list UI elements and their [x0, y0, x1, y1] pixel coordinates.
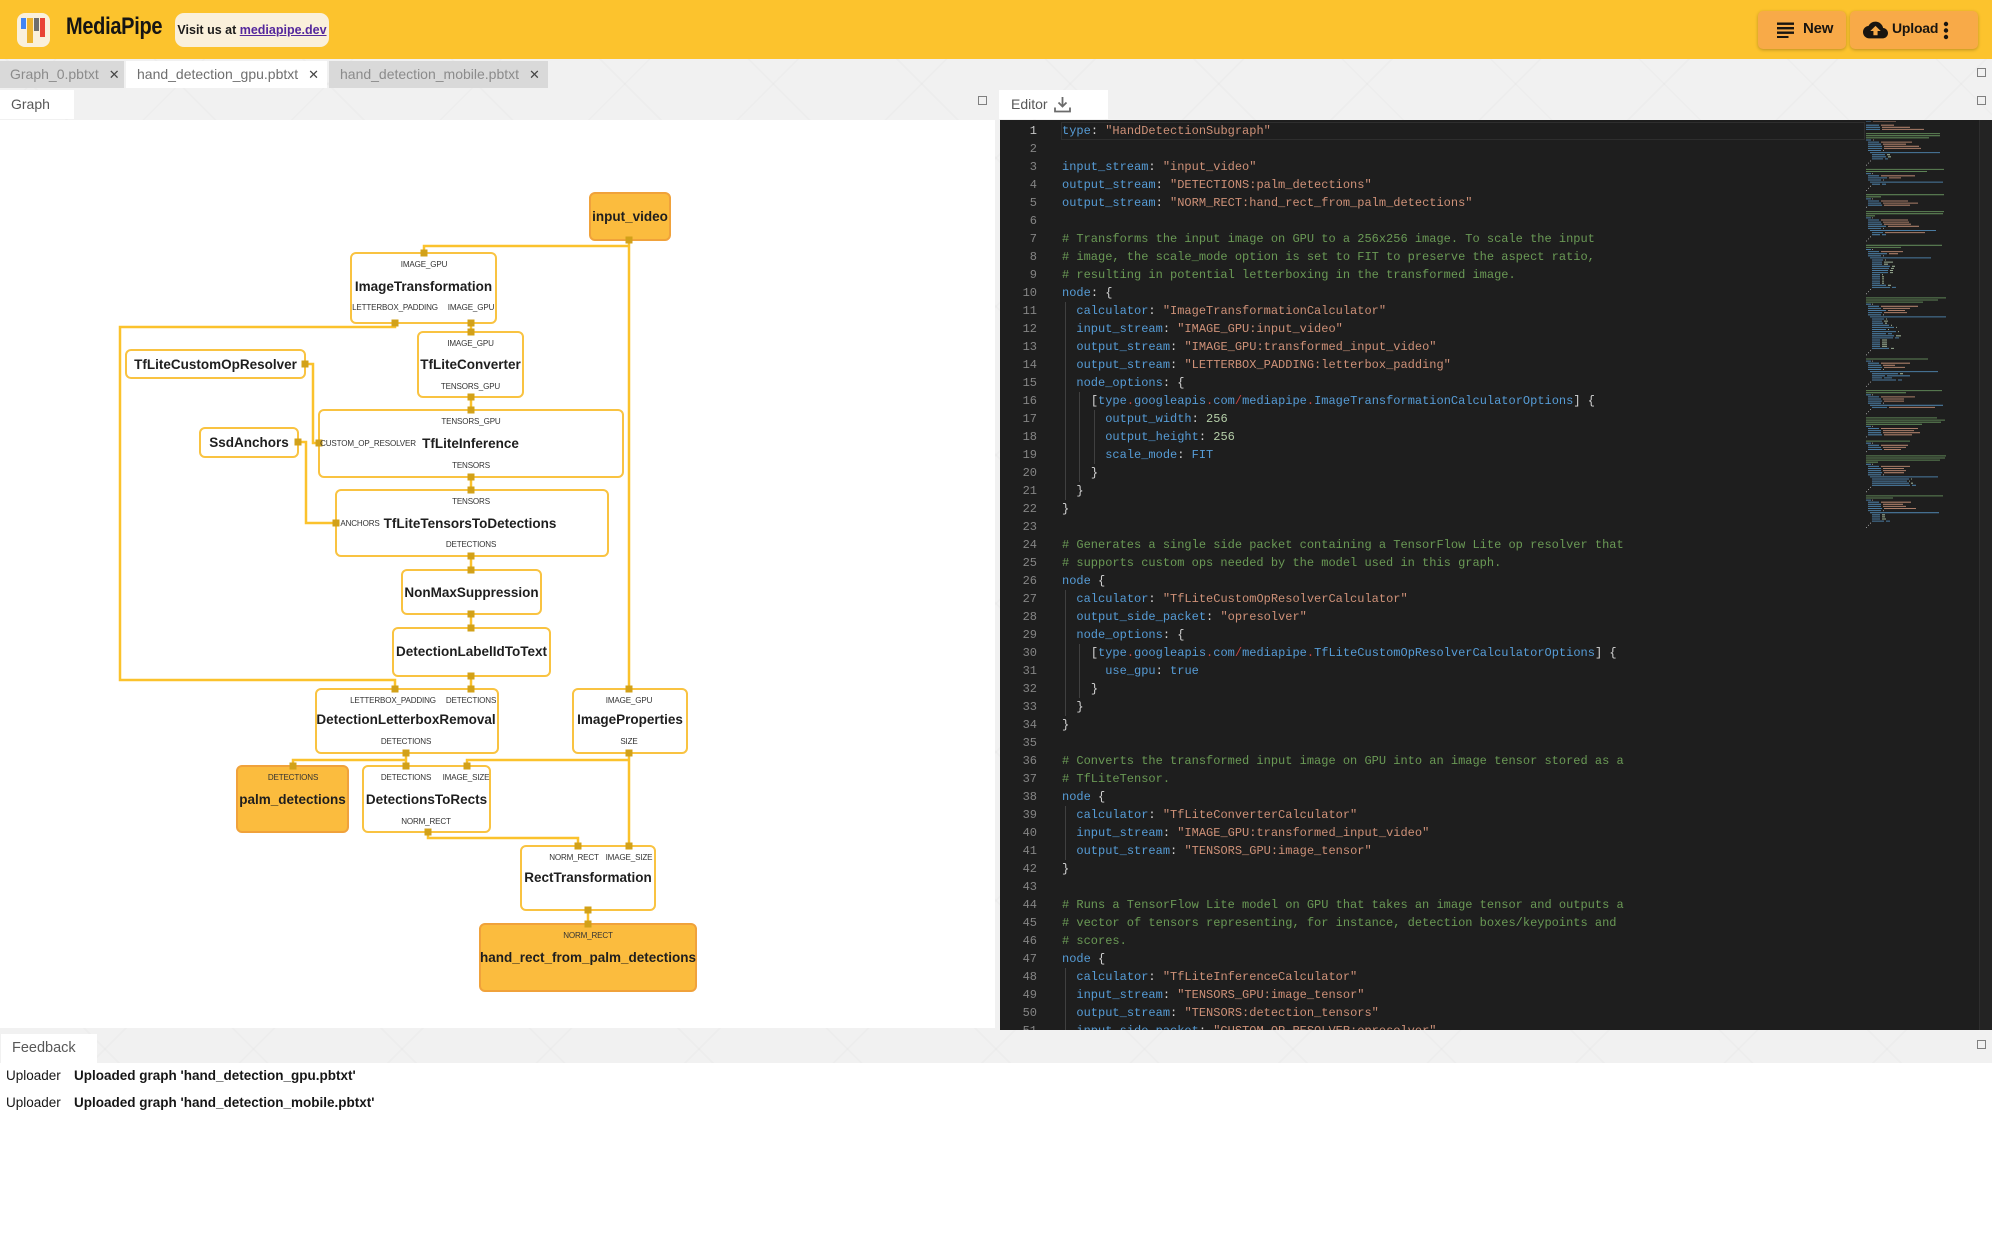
svg-text:LETTERBOX_PADDING: LETTERBOX_PADDING	[352, 303, 438, 312]
svg-text:DetectionLabelIdToText: DetectionLabelIdToText	[396, 644, 548, 659]
svg-text:RectTransformation: RectTransformation	[524, 870, 652, 885]
svg-text:TENSORS: TENSORS	[452, 461, 490, 470]
svg-text:SsdAnchors: SsdAnchors	[209, 435, 289, 450]
svg-text:ImageProperties: ImageProperties	[577, 712, 683, 727]
svg-text:CUSTOM_OP_RESOLVER: CUSTOM_OP_RESOLVER	[320, 439, 416, 448]
svg-text:DETECTIONS: DETECTIONS	[268, 773, 318, 782]
svg-text:NORM_RECT: NORM_RECT	[563, 931, 613, 940]
svg-text:TfLiteTensorsToDetections: TfLiteTensorsToDetections	[384, 516, 557, 531]
svg-text:hand_rect_from_palm_detections: hand_rect_from_palm_detections	[480, 950, 696, 965]
svg-text:LETTERBOX_PADDING: LETTERBOX_PADDING	[350, 696, 436, 705]
svg-text:TfLiteCustomOpResolver: TfLiteCustomOpResolver	[134, 357, 298, 372]
svg-text:IMAGE_GPU: IMAGE_GPU	[448, 303, 495, 312]
svg-text:SIZE: SIZE	[620, 737, 638, 746]
svg-text:IMAGE_GPU: IMAGE_GPU	[606, 696, 653, 705]
svg-text:DETECTIONS: DETECTIONS	[446, 540, 496, 549]
svg-text:DETECTIONS: DETECTIONS	[381, 773, 431, 782]
svg-text:TENSORS_GPU: TENSORS_GPU	[441, 382, 501, 391]
svg-text:input_video: input_video	[592, 209, 668, 224]
svg-text:NORM_RECT: NORM_RECT	[549, 853, 599, 862]
svg-text:IMAGE_SIZE: IMAGE_SIZE	[606, 853, 654, 862]
svg-text:IMAGE_GPU: IMAGE_GPU	[401, 260, 448, 269]
svg-text:TfLiteConverter: TfLiteConverter	[420, 357, 521, 372]
svg-text:TENSORS_GPU: TENSORS_GPU	[441, 417, 501, 426]
svg-text:DetectionsToRects: DetectionsToRects	[366, 792, 487, 807]
svg-text:DETECTIONS: DETECTIONS	[446, 696, 496, 705]
svg-text:ImageTransformation: ImageTransformation	[355, 279, 492, 294]
svg-text:NORM_RECT: NORM_RECT	[401, 817, 451, 826]
svg-text:palm_detections: palm_detections	[239, 792, 346, 807]
svg-text:TfLiteInference: TfLiteInference	[422, 436, 519, 451]
svg-text:DetectionLetterboxRemoval: DetectionLetterboxRemoval	[316, 712, 495, 727]
svg-text:ANCHORS: ANCHORS	[340, 519, 379, 528]
svg-text:IMAGE_SIZE: IMAGE_SIZE	[443, 773, 491, 782]
svg-text:IMAGE_GPU: IMAGE_GPU	[447, 339, 494, 348]
svg-text:DETECTIONS: DETECTIONS	[381, 737, 431, 746]
svg-text:NonMaxSuppression: NonMaxSuppression	[404, 585, 538, 600]
svg-text:TENSORS: TENSORS	[452, 497, 490, 506]
